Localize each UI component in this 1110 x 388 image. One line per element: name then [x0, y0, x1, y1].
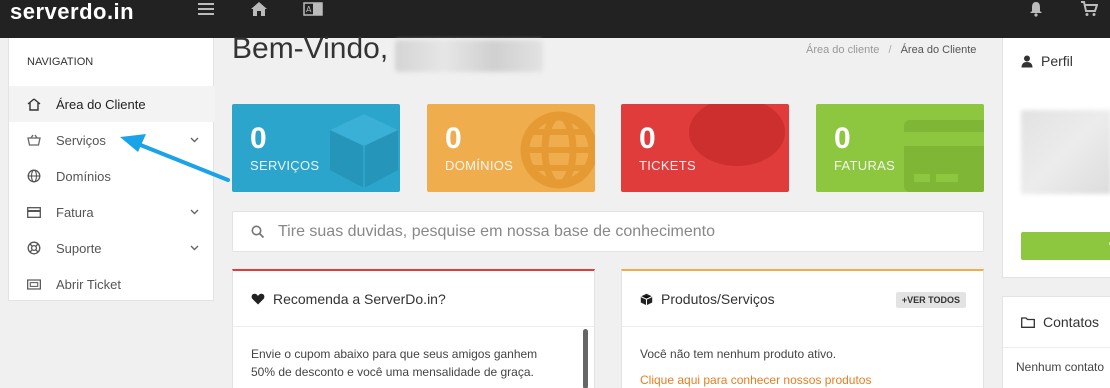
tile-value: 0 [834, 122, 851, 155]
breadcrumb-separator: / [888, 44, 892, 56]
sidebar-item-abrir-ticket[interactable]: Abrir Ticket [9, 266, 215, 302]
panel-title: Produtos/Serviços [640, 291, 775, 307]
search-icon [251, 225, 265, 239]
profile-panel: Perfil ✎ [1002, 38, 1110, 278]
sidebar-item-label: Serviços [56, 132, 106, 148]
home-icon[interactable] [249, 0, 269, 18]
contacts-panel: Contatos Nenhum contato [1002, 296, 1110, 388]
breadcrumb-current: Área do Cliente [900, 44, 977, 56]
products-title: Produtos/Serviços [661, 291, 775, 307]
panel-title: Recomenda a ServerDo.in? [251, 291, 446, 307]
basket-icon [27, 133, 41, 147]
tile-faturas[interactable]: 0 FATURAS [816, 104, 984, 192]
tile-value: 0 [445, 122, 462, 155]
tile-label: TICKETS [639, 158, 696, 173]
sidebar-item-suporte[interactable]: Suporte [9, 230, 215, 266]
products-text: Você não tem nenhum produto ativo. Cliqu… [640, 345, 871, 388]
recommend-text-line: 50% de desconto e você uma mensalidade d… [251, 365, 534, 379]
cart-icon[interactable] [1078, 0, 1100, 18]
heart-icon [251, 293, 265, 305]
tile-value: 0 [250, 122, 267, 155]
tile-tickets[interactable]: 0 TICKETS [621, 104, 789, 192]
sidebar-item-label: Suporte [56, 240, 102, 256]
sidebar-item-label: Fatura [56, 204, 94, 220]
search-placeholder: Tire suas duvidas, pesquise em nossa bas… [278, 223, 715, 240]
products-link[interactable]: Clique aqui para conhecer nossos produto… [640, 371, 871, 388]
sidebar-item-label: Domínios [56, 168, 111, 184]
divider [622, 326, 983, 327]
recommend-text: Envie o cupom abaixo para que seus amigo… [251, 345, 537, 381]
breadcrumb-parent[interactable]: Área do cliente [806, 44, 879, 56]
breadcrumb: Área do cliente / Área do Cliente [806, 44, 976, 56]
cube-icon [640, 293, 653, 305]
bell-icon[interactable] [1026, 0, 1046, 18]
divider [233, 326, 594, 327]
scrollbar[interactable] [583, 329, 588, 388]
globe-icon [27, 169, 41, 183]
tile-label: FATURAS [834, 158, 896, 173]
sidebar-item-label: Área do Cliente [56, 96, 146, 112]
lifebuoy-icon [27, 241, 41, 255]
sidebar-item-area-cliente[interactable]: Área do Cliente [9, 86, 215, 122]
nav-title: NAVIGATION [27, 56, 94, 68]
logo[interactable]: serverdo.in [10, 0, 134, 24]
folder-icon [1021, 316, 1035, 328]
credit-card-icon [904, 120, 984, 192]
globe-icon [520, 111, 595, 189]
annotation-arrow-icon [120, 134, 230, 182]
tile-dominios[interactable]: 0 DOMÍNIOS [427, 104, 595, 192]
menu-toggle-icon[interactable] [196, 0, 216, 18]
contacts-text: Nenhum contato [1016, 360, 1105, 374]
blurred-username [395, 40, 543, 72]
page-title: Bem-Vindo, [232, 32, 389, 65]
blurred-profile-info [1021, 110, 1110, 194]
panel-title: Contatos [1021, 314, 1099, 330]
tile-value: 0 [639, 122, 656, 155]
chevron-down-icon [189, 207, 199, 217]
tile-servicos[interactable]: 0 SERVIÇOS [232, 104, 400, 192]
recommend-title: Recomenda a ServerDo.in? [273, 291, 446, 307]
chevron-down-icon [189, 243, 199, 253]
products-panel: Produtos/Serviços +VER TODOS Você não te… [621, 269, 984, 388]
contacts-title: Contatos [1043, 314, 1100, 330]
knowledgebase-search-input[interactable]: Tire suas duvidas, pesquise em nossa bas… [232, 211, 984, 252]
edit-profile-button[interactable]: ✎ [1021, 232, 1110, 260]
no-products-text: Você não tem nenhum produto ativo. [640, 347, 837, 361]
divider [1003, 347, 1110, 348]
cube-icon [330, 114, 398, 188]
profile-title: Perfil [1041, 53, 1073, 69]
sidebar-item-label: Abrir Ticket [56, 276, 122, 292]
recommend-text-line: Envie o cupom abaixo para que seus amigo… [251, 347, 538, 361]
tile-label: DOMÍNIOS [445, 158, 514, 173]
language-icon[interactable]: A [302, 0, 324, 18]
user-icon [1021, 55, 1033, 67]
sidebar-item-fatura[interactable]: Fatura [9, 194, 215, 230]
home-icon [27, 97, 41, 111]
recommend-panel: Recomenda a ServerDo.in? Envie o cupom a… [232, 269, 595, 388]
tile-label: SERVIÇOS [250, 158, 320, 173]
svg-text:A: A [306, 5, 312, 14]
view-all-button[interactable]: +VER TODOS [895, 292, 966, 308]
panel-title: Perfil [1021, 53, 1073, 69]
ticket-icon [27, 277, 41, 291]
top-navbar: serverdo.in A [0, 0, 1110, 38]
credit-card-icon [27, 205, 41, 219]
view-all-label: VER TODOS [907, 295, 960, 305]
